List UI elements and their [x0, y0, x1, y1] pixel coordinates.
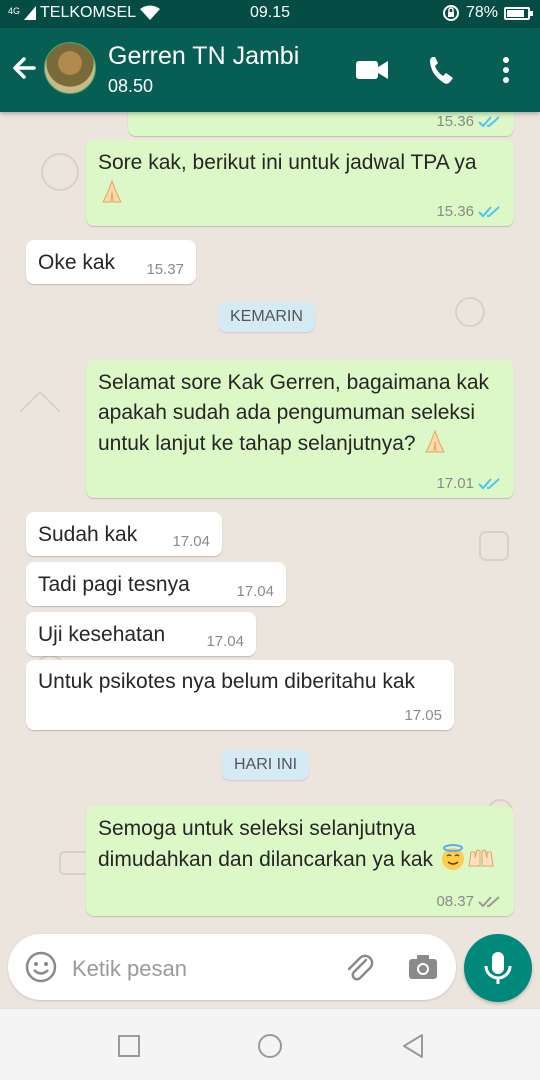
message-text: Oke kak	[38, 251, 116, 274]
message-text: Sudah kak	[38, 523, 138, 546]
delivered-ticks-icon	[478, 896, 500, 908]
chat-header: Gerren TN Jambi 08.50	[0, 28, 540, 112]
last-seen: 08.50	[108, 76, 154, 96]
message-text: Tadi pagi tesnya	[38, 573, 190, 596]
praying-hands-icon	[421, 428, 449, 456]
mic-button[interactable]	[464, 934, 532, 1002]
read-ticks-icon	[478, 116, 500, 128]
contact-name[interactable]: Gerren TN Jambi	[108, 42, 299, 71]
avatar[interactable]	[44, 42, 96, 94]
message-out[interactable]: Selamat sore Kak Gerren, bagaimana kak a…	[86, 360, 514, 498]
rotation-lock-icon	[442, 5, 459, 21]
read-ticks-icon	[478, 478, 500, 490]
date-divider: KEMARIN	[218, 302, 315, 332]
message-input[interactable]: Ketik pesan	[8, 934, 456, 1000]
message-in[interactable]: Sudah kak 17.04	[26, 512, 222, 556]
message-time: 17.04	[236, 583, 274, 600]
recents-icon[interactable]	[114, 1031, 144, 1061]
message-time: 15.36	[436, 204, 502, 220]
message-text: Untuk psikotes nya belum diberitahu kak	[38, 670, 416, 693]
message-text: Semoga untuk seleksi selanjutnya dimudah…	[98, 817, 434, 871]
message-time: 17.05	[404, 707, 442, 724]
video-call-icon[interactable]	[352, 52, 392, 88]
praying-hands-icon	[98, 178, 126, 206]
back-nav-icon[interactable]	[398, 1031, 428, 1061]
message-in[interactable]: Untuk psikotes nya belum diberitahu kak …	[26, 660, 454, 730]
read-ticks-icon	[478, 206, 500, 218]
message-time: 08.37	[436, 894, 502, 910]
battery-icon	[504, 6, 533, 20]
message-in[interactable]: Tadi pagi tesnya 17.04	[26, 562, 286, 606]
message-time: 17.01	[436, 476, 502, 492]
message-in[interactable]: Oke kak 15.37	[26, 240, 196, 284]
mic-icon	[484, 952, 512, 984]
camera-icon[interactable]	[406, 950, 440, 984]
message-list[interactable]: 15.36 Sore kak, berikut ini untuk jadwal…	[0, 112, 540, 930]
home-icon[interactable]	[255, 1031, 285, 1061]
back-arrow-icon[interactable]	[8, 50, 40, 86]
message-out[interactable]: Semoga untuk seleksi selanjutnya dimudah…	[86, 806, 514, 916]
attach-icon[interactable]	[342, 950, 376, 984]
battery-percent: 78%	[465, 4, 498, 21]
message-time: 17.04	[206, 633, 244, 650]
date-divider: HARI INI	[222, 750, 310, 780]
composer: Ketik pesan	[0, 930, 540, 1008]
message-time: 17.04	[172, 533, 210, 550]
more-options-icon[interactable]	[486, 52, 526, 88]
open-hands-icon	[467, 844, 495, 872]
message-out[interactable]: 15.36	[128, 112, 514, 136]
voice-call-icon[interactable]	[424, 52, 464, 88]
emoji-icon[interactable]	[24, 950, 58, 984]
smiling-halo-icon	[439, 844, 467, 872]
status-bar: 4G TELKOMSEL 09.15 78%	[0, 0, 540, 28]
message-time: 15.36	[436, 114, 502, 130]
message-out[interactable]: Sore kak, berikut ini untuk jadwal TPA y…	[86, 140, 514, 226]
message-time: 15.37	[146, 261, 184, 278]
message-text: Uji kesehatan	[38, 623, 166, 646]
message-text: Sore kak, berikut ini untuk jadwal TPA y…	[98, 151, 477, 174]
message-in[interactable]: Uji kesehatan 17.04	[26, 612, 256, 656]
input-placeholder: Ketik pesan	[72, 956, 187, 981]
system-navbar	[0, 1008, 540, 1080]
